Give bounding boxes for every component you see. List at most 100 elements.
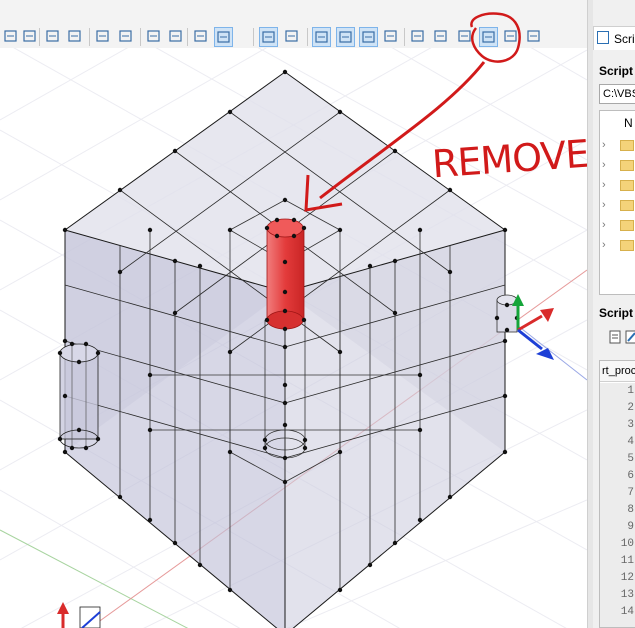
script-tree[interactable]: N › › › › › › [599,110,635,295]
grid-active-icon [217,31,230,43]
layer-f-icon [527,30,540,42]
line-number: 5 [627,453,634,465]
monitor-button[interactable] [145,27,164,47]
folder-icon [620,220,634,231]
tab-script[interactable]: Script [593,26,635,50]
zoom-icon [119,30,132,42]
grid-dots-button[interactable] [192,27,211,47]
line-number: 2 [627,402,634,414]
chevron-right-icon[interactable]: › [602,219,606,231]
line-number: 10 [620,538,634,550]
chevron-right-icon[interactable]: › [602,139,606,151]
tree-item[interactable]: › [600,217,635,233]
layer-d-button[interactable] [479,27,498,47]
layer-d-icon [482,31,495,43]
tool-cut-icon [384,30,397,42]
code-tab-label: rt_proc [602,365,635,377]
axis-triad-small [57,602,101,628]
eye-hide-icon [23,30,36,42]
chevron-right-icon[interactable]: › [602,199,606,211]
view-people-icon [315,31,328,43]
tree-item[interactable]: › [600,237,635,253]
folder-icon [620,180,634,191]
outer-cube [64,71,506,628]
right-cylinder-end [496,294,518,333]
line-number: 8 [627,504,634,516]
tool-cut-button[interactable] [382,27,401,47]
chevron-right-icon[interactable]: › [602,179,606,191]
layer-f-button[interactable] [525,27,544,47]
view-arch-icon [339,31,352,43]
model-view[interactable] [0,48,587,628]
layer-b-button[interactable] [432,27,451,47]
layer-b-icon [434,30,447,42]
view-arch-button[interactable] [336,27,355,47]
line-number: 9 [627,521,634,533]
monitor-icon [147,30,160,42]
line-number: 4 [627,436,634,448]
tree-item[interactable]: › [600,137,635,153]
zoom-extents-button[interactable] [94,27,113,47]
eye-button[interactable] [2,27,21,47]
zoom-button[interactable] [117,27,136,47]
edit-script-icon[interactable] [625,330,635,345]
tree-item[interactable]: › [600,157,635,173]
script-file-icon [597,31,609,44]
toolbar-separator [307,28,308,46]
toolbar-separator [253,28,254,46]
road-icon [46,30,59,42]
toolbar-separator [187,28,188,46]
columns-button[interactable] [66,27,85,47]
road-button[interactable] [44,27,63,47]
line-number: 7 [627,487,634,499]
select-box-button[interactable] [259,27,278,47]
toolbar-separator [140,28,141,46]
layer-c-icon [458,30,471,42]
line-number: 1 [627,385,634,397]
tree-item[interactable]: › [600,177,635,193]
line-number-gutter: 1 2 3 4 5 6 7 8 9 10 11 12 13 14 [600,383,635,627]
code-tab[interactable]: rt_proc [600,361,635,382]
layer-e-icon [504,30,517,42]
toolbar-separator [404,28,405,46]
paint-button[interactable] [167,27,186,47]
zoom-extents-icon [96,30,109,42]
code-editor[interactable]: rt_proc 1 2 3 4 5 6 7 8 9 10 11 12 13 14 [599,360,635,628]
toolbar-separator [89,28,90,46]
line-number: 11 [620,555,634,567]
new-script-icon[interactable] [609,330,622,345]
folder-icon [620,200,634,211]
chevron-right-icon[interactable]: › [602,159,606,171]
select-check-icon [285,30,298,42]
layer-e-button[interactable] [502,27,521,47]
eye-icon [4,30,17,42]
view-bridge-button[interactable] [359,27,378,47]
section2-label: Script [599,306,634,320]
select-box-icon [262,31,275,43]
layer-a-button[interactable] [409,27,428,47]
line-number: 12 [620,572,634,584]
script-path-field[interactable]: C:\VBS [599,84,635,104]
viewport-toolbar [0,0,587,49]
line-number: 6 [627,470,634,482]
folder-icon [620,160,634,171]
layer-c-button[interactable] [456,27,475,47]
chevron-right-icon[interactable]: › [602,239,606,251]
script-path-value: C:\VBS [603,88,635,100]
select-check-button[interactable] [283,27,302,47]
3d-viewport[interactable] [0,48,587,628]
tree-item[interactable]: › [600,197,635,213]
line-number: 13 [620,589,634,601]
section-label: Script [599,64,634,78]
folder-icon [620,140,634,151]
paint-icon [169,30,182,42]
view-bridge-icon [362,31,375,43]
columns-icon [68,30,81,42]
tab-label: Script [614,32,635,46]
eye-hide-button[interactable] [21,27,40,47]
line-number: 3 [627,419,634,431]
view-people-button[interactable] [312,27,331,47]
grid-active-button[interactable] [214,27,233,47]
axis-triad [512,294,554,360]
folder-icon [620,240,634,251]
